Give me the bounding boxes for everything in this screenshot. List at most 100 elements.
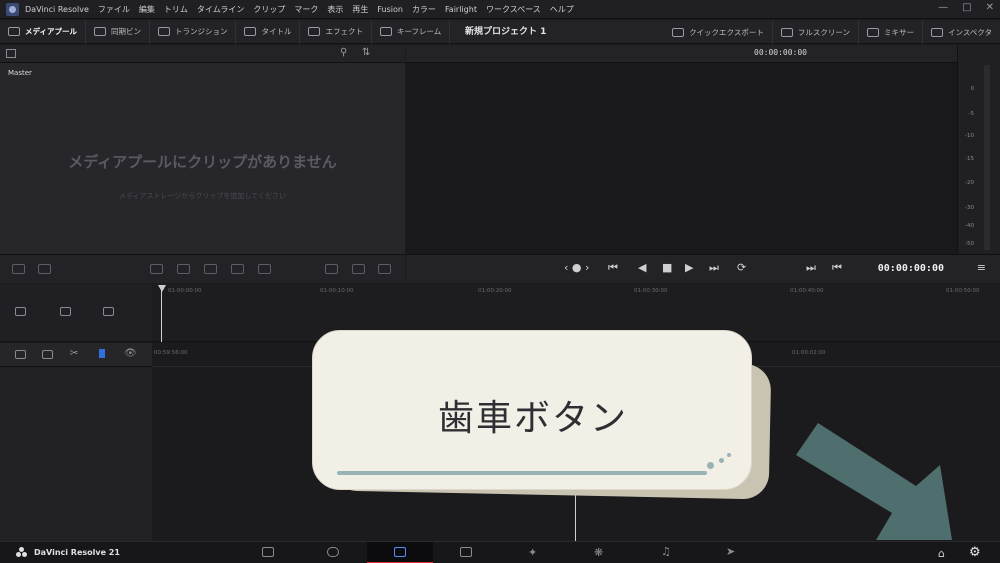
brand-label: DaVinci Resolve 21 [34,547,120,557]
sort-icon[interactable]: ⇅ [362,47,370,58]
fullscreen-icon [780,27,793,37]
jog-left-icon[interactable]: ‹ ● › [564,261,589,274]
cut-page-icon[interactable] [327,547,339,557]
stop-icon[interactable]: ■ [662,261,672,274]
keyframes-button[interactable]: キーフレーム [372,19,451,44]
sync-bin-label: 同期ビン [110,27,141,36]
audio-meter: 0 -5 -10 -15 -20 -30 -40 -50 [957,45,1000,254]
insert-clip-icon[interactable] [150,264,163,274]
keyframes-label: キーフレーム [396,27,442,36]
clip-tool-icon[interactable] [15,307,26,316]
media-pool-label: メディアプール [25,27,77,36]
fairlight-page-icon[interactable]: ❋ [594,546,603,559]
empty-pool-subtitle: メディアストレージからクリップを追加してください [119,192,286,200]
edit-page-tab[interactable] [367,542,433,563]
mixer-button[interactable]: ミキサー [859,20,923,44]
titles-button[interactable]: タイトル [236,19,301,44]
viewer-header: 00:00:00:00 🔊 [406,45,993,63]
meter-label-5: -5 [968,111,974,117]
keyframes-eye-icon [379,27,392,36]
audio-scrub-icon[interactable] [42,350,53,359]
gear-icon[interactable]: ⚙ [969,545,981,560]
loop-icon[interactable]: ⟳ [737,261,746,274]
effects-label: エフェクト [325,27,363,36]
go-to-start-icon[interactable]: ⏮ [608,261,618,275]
bin-master[interactable]: Master [8,69,32,77]
menu-help[interactable]: ヘルプ [550,4,574,15]
viewer-canvas[interactable] [406,63,957,254]
fullscreen-label: フルスクリーン [797,27,850,37]
inspector-button[interactable]: インスペクタ [923,20,1000,44]
ruler-tick: 01:00:20:00 [478,288,512,294]
deliver-page-icon[interactable]: ➤ [726,545,735,558]
effects-button[interactable]: エフェクト [300,19,372,44]
viewer-timecode-top: 00:00:00:00 [754,48,807,57]
menu-file[interactable]: ファイル [98,4,130,15]
media-pool-icon [8,27,20,36]
menu-color[interactable]: カラー [412,4,436,15]
ripple-tool-icon[interactable] [60,307,71,316]
play-reverse-icon[interactable]: ◀ [638,261,646,274]
media-pool: Master メディアプールにクリップがありません メディアストレージからクリッ… [0,63,405,254]
transitions-icon [157,27,170,36]
eye-icon[interactable]: 👁 [124,348,137,359]
overwrite-clip-icon[interactable] [177,264,190,274]
menu-workspace[interactable]: ワークスペース [486,4,541,15]
transitions-button[interactable]: トランジション [150,19,237,44]
meter-label-10: -10 [965,133,974,139]
fusion-page-icon[interactable] [460,547,472,557]
minimize-icon[interactable]: — [938,2,948,13]
media-pool-footer [0,254,405,283]
color-page-icon[interactable]: ✦ [528,546,537,559]
media-pool-button[interactable]: メディアプール [0,19,86,44]
menu-timeline[interactable]: タイムライン [197,4,244,15]
ruler-tick: 01:00:40:00 [790,288,824,294]
menu-edit[interactable]: 編集 [139,4,155,15]
playhead-marker[interactable] [158,285,166,292]
fullscreen-button[interactable]: フルスクリーン [773,20,859,44]
menu-mark[interactable]: マーク [294,4,318,15]
replace-clip-icon[interactable] [204,264,217,274]
play-icon[interactable]: ▶ [685,261,693,274]
menu-trim[interactable]: トリム [164,4,188,15]
track-header-area [0,343,152,541]
menu-clip[interactable]: クリップ [253,4,285,15]
media-page-icon[interactable] [262,547,274,557]
meter-label-50: -50 [965,241,974,247]
sync-bin-button[interactable]: 同期ビン [86,19,150,44]
panel-layout-icon[interactable] [6,49,16,58]
search-icon[interactable]: ⚲ [340,47,347,58]
brand: DaVinci Resolve 21 [16,547,120,557]
playhead-line [161,290,162,342]
waveform-view-icon[interactable] [378,264,391,274]
go-to-end-icon[interactable]: ⏭ [709,261,719,275]
meter-label-40: -40 [965,223,974,229]
snapshot-icon[interactable] [15,350,26,359]
thumbnail-view-icon[interactable] [352,264,365,274]
effects-wand-icon [308,27,321,36]
blade-tool-icon[interactable] [103,307,114,316]
mark-out-icon[interactable]: ⏮ [832,261,842,275]
list-view-icon[interactable] [325,264,338,274]
mark-in-icon[interactable]: ⏭ [806,261,816,275]
close-icon[interactable]: ✕ [986,2,994,13]
menu-lines-icon[interactable]: ≡ [977,261,986,274]
menu-view[interactable]: 表示 [327,4,343,15]
menu-fusion[interactable]: Fusion [377,5,403,14]
music-page-icon[interactable]: ♫ [661,545,671,558]
inspector-label: インスペクタ [947,27,992,37]
quick-export-button[interactable]: クイックエクスポート [664,20,773,44]
import-folder-icon[interactable] [38,264,51,274]
track-controls: ✂ 👁 [0,343,152,367]
menu-fairlight[interactable]: Fairlight [445,5,477,14]
davinci-logo-icon [6,2,19,16]
menu-playback[interactable]: 再生 [352,4,368,15]
import-icon[interactable] [12,264,25,274]
flag-icon[interactable] [99,349,105,358]
maximize-icon[interactable]: □ [962,2,971,13]
scissors-icon[interactable]: ✂ [70,348,78,359]
place-on-top-icon[interactable] [231,264,244,274]
home-icon[interactable]: ⌂ [938,547,945,560]
append-icon[interactable] [258,264,271,274]
callout-dot [707,462,714,469]
